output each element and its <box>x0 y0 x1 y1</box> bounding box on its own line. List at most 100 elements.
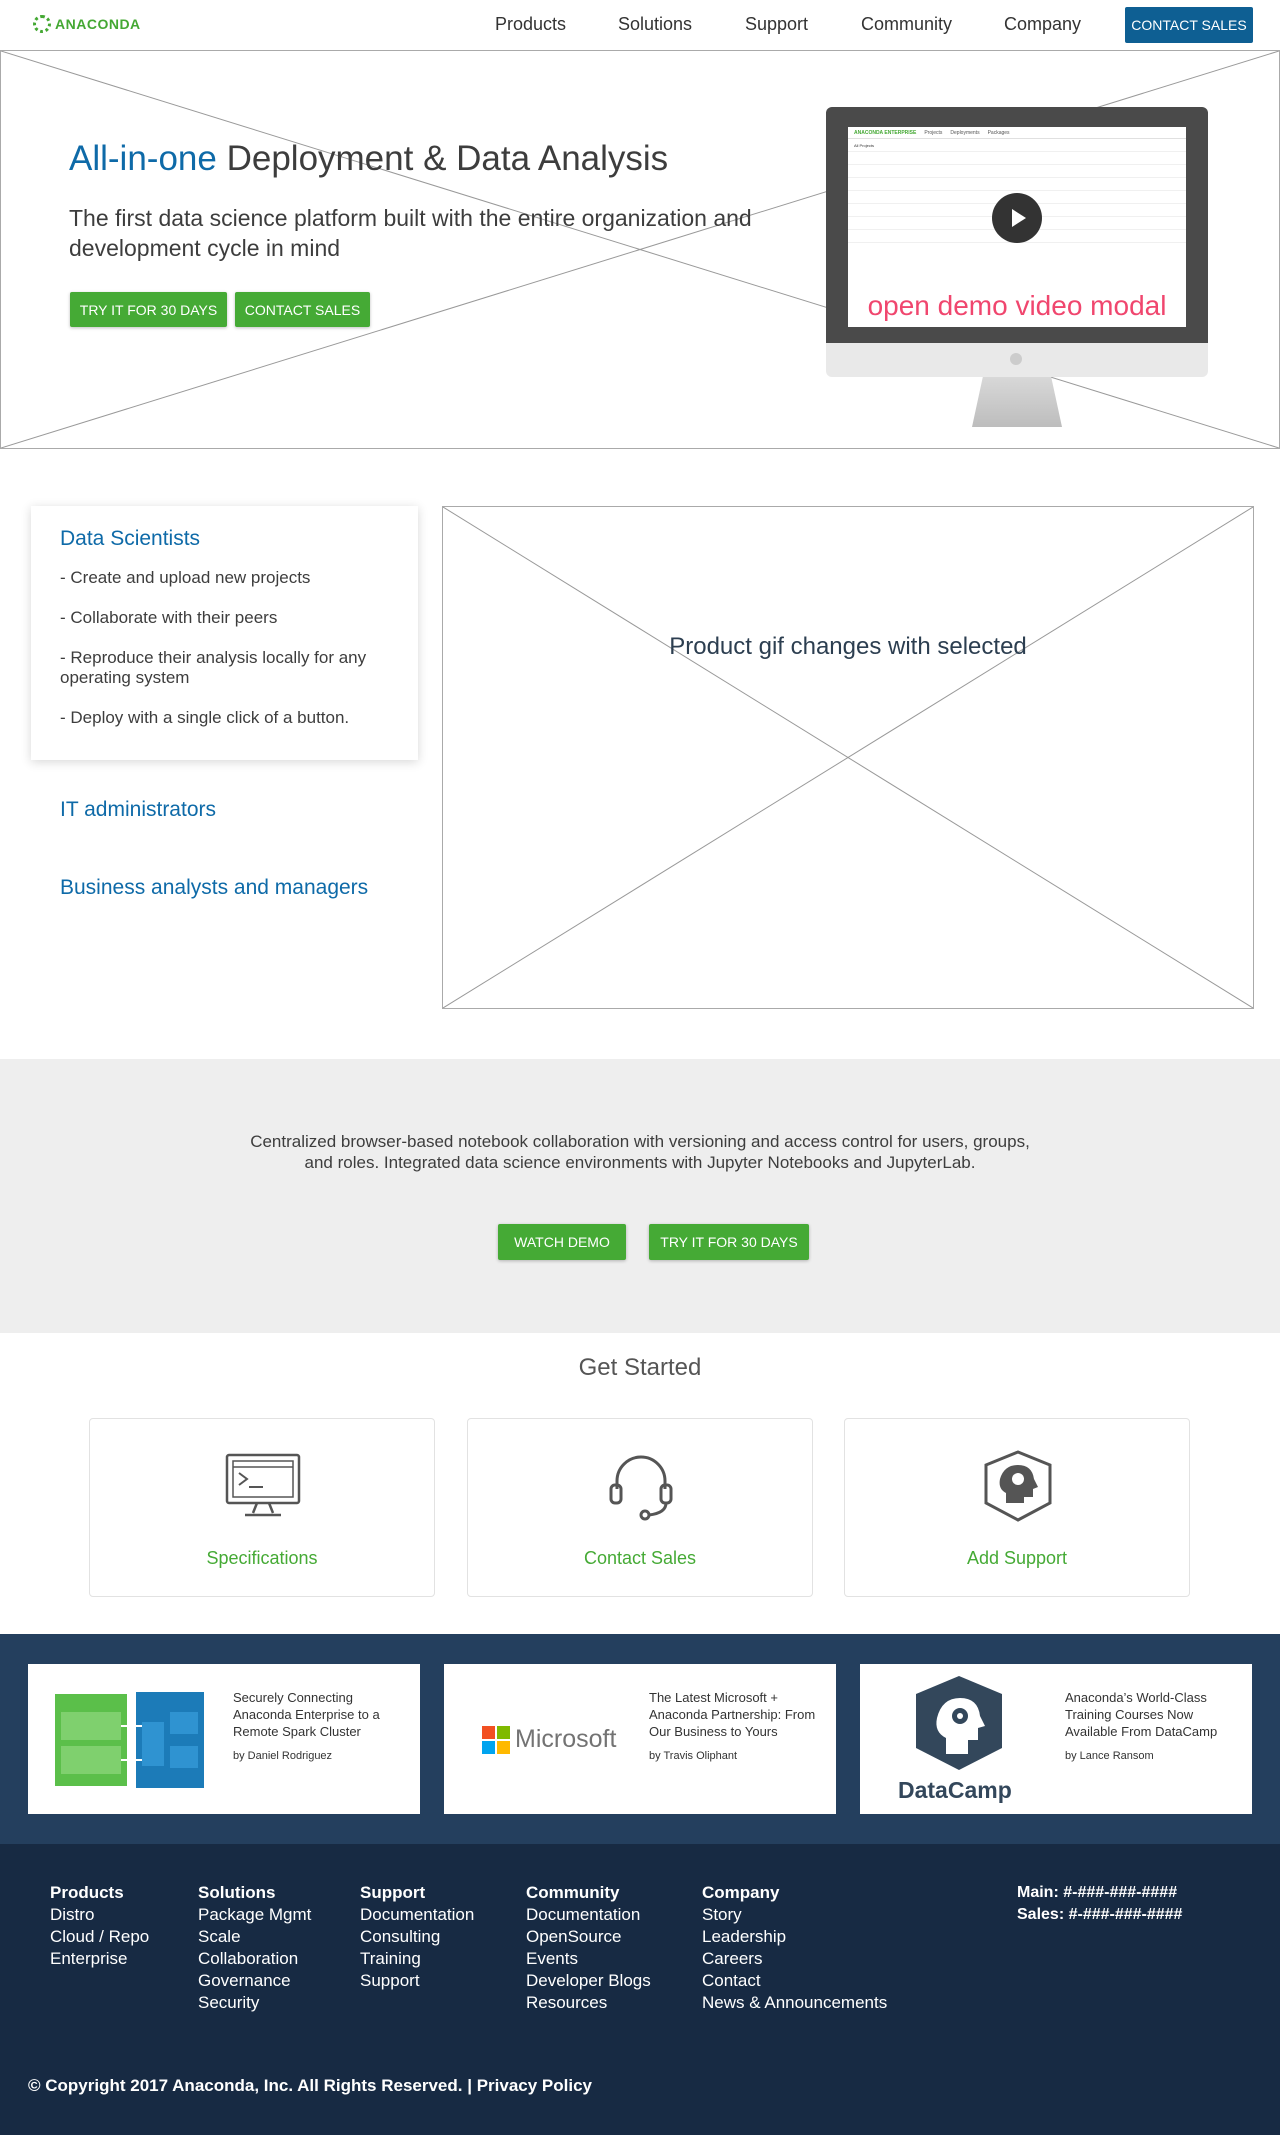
copyright-line: © Copyright 2017 Anaconda, Inc. All Righ… <box>28 2076 592 2096</box>
screen-dropdown: All Projects <box>848 139 1186 152</box>
blog-title: Securely Connecting Anaconda Enterprise … <box>233 1690 380 1739</box>
spark-cluster-diagram <box>55 1692 204 1788</box>
footer-link[interactable]: Careers <box>702 1948 887 1970</box>
monitor-terminal-icon <box>225 1453 301 1517</box>
top-nav: ANACONDA Products Solutions Support Comm… <box>0 0 1280 50</box>
footer-heading[interactable]: Company <box>702 1882 887 1904</box>
feature-item: - Reproduce their analysis locally for a… <box>60 648 367 687</box>
nav-contact-sales-button[interactable]: CONTACT SALES <box>1125 7 1253 43</box>
blog-author: by Lance Ransom <box>1065 1750 1154 1762</box>
footer-column-support: Support Documentation Consulting Trainin… <box>360 1882 474 1992</box>
play-button[interactable] <box>992 193 1042 243</box>
screen-header: ANACONDA ENTERPRISE Projects Deployments… <box>848 127 1186 139</box>
anaconda-logo[interactable]: ANACONDA <box>33 15 141 33</box>
nav-link-community[interactable]: Community <box>861 14 952 35</box>
anaconda-ring-icon <box>33 15 51 33</box>
footer-link[interactable]: Story <box>702 1904 887 1926</box>
get-started-title: Get Started <box>578 1354 702 1381</box>
footer-link[interactable]: Distro <box>50 1904 149 1926</box>
role-card-data-scientists[interactable]: Data Scientists - Create and upload new … <box>31 506 418 760</box>
footer-heading[interactable]: Products <box>50 1882 149 1904</box>
microsoft-squares-icon <box>482 1726 510 1754</box>
hero-title: All-in-one Deployment & Data Analysis <box>69 139 668 179</box>
datacamp-shield-icon <box>916 1676 1002 1770</box>
footer-link[interactable]: Collaboration <box>198 1948 311 1970</box>
watch-demo-button[interactable]: WATCH DEMO <box>498 1224 626 1260</box>
footer-link[interactable]: Contact <box>702 1970 887 1992</box>
monitor-frame: ANACONDA ENTERPRISE Projects Deployments… <box>826 107 1208 343</box>
footer-link[interactable]: OpenSource <box>526 1926 651 1948</box>
nav-link-support[interactable]: Support <box>745 14 808 35</box>
demo-video-monitor[interactable]: ANACONDA ENTERPRISE Projects Deployments… <box>826 107 1208 427</box>
feature-item: - Deploy with a single click of a button… <box>60 708 350 727</box>
blog-card-datacamp[interactable]: DataCamp Anaconda’s World-Class Training… <box>860 1664 1252 1814</box>
blog-card-microsoft[interactable]: Microsoft The Latest Microsoft + Anacond… <box>444 1664 836 1814</box>
footer-heading[interactable]: Community <box>526 1882 651 1904</box>
footer-heading[interactable]: Support <box>360 1882 474 1904</box>
get-started-card-specifications[interactable]: Specifications <box>89 1418 435 1597</box>
footer-link[interactable]: Governance <box>198 1970 311 1992</box>
footer-link[interactable]: Events <box>526 1948 651 1970</box>
footer-link[interactable]: Support <box>360 1970 474 1992</box>
footer-link[interactable]: Cloud / Repo <box>50 1926 149 1948</box>
nav-link-solutions[interactable]: Solutions <box>618 14 692 35</box>
demo-video-label[interactable]: open demo video modal <box>848 285 1186 327</box>
role-tab-it-administrators[interactable]: IT administrators <box>60 798 216 822</box>
hero-subtitle: The first data science platform built wi… <box>69 205 752 261</box>
footer-link[interactable]: Documentation <box>526 1904 651 1926</box>
hero-title-rest: Deployment & Data Analysis <box>216 139 669 178</box>
hero-title-highlight: All-in-one <box>69 139 217 178</box>
monitor-stand <box>972 377 1062 427</box>
nav-link-company[interactable]: Company <box>1004 14 1081 35</box>
privacy-policy-link[interactable]: Privacy Policy <box>477 2076 592 2095</box>
collaboration-band: Centralized browser-based notebook colla… <box>0 1059 1280 1333</box>
footer-link[interactable]: Enterprise <box>50 1948 149 1970</box>
footer-link[interactable]: Training <box>360 1948 474 1970</box>
get-started-label: Add Support <box>966 1548 1068 1568</box>
microsoft-logo-text: Microsoft <box>515 1725 617 1753</box>
shield-head-icon <box>984 1450 1052 1522</box>
monitor-chin <box>826 343 1208 377</box>
collaboration-text: Centralized browser-based notebook colla… <box>250 1132 1030 1172</box>
footer-column-community: Community Documentation OpenSource Event… <box>526 1882 651 2014</box>
band-trial-button[interactable]: TRY IT FOR 30 DAYS <box>649 1224 809 1260</box>
get-started-card-add-support[interactable]: Add Support <box>844 1418 1190 1597</box>
get-started-card-contact-sales[interactable]: Contact Sales <box>467 1418 813 1597</box>
copyright-text: © Copyright 2017 Anaconda, Inc. All Righ… <box>28 2076 472 2095</box>
gif-placeholder-text: Product gif changes with selected <box>669 633 1027 660</box>
sales-phone: Sales: #-###-###-#### <box>1017 1906 1183 1923</box>
footer-column-products: Products Distro Cloud / Repo Enterprise <box>50 1882 149 1970</box>
hero-trial-button[interactable]: TRY IT FOR 30 DAYS <box>70 292 227 327</box>
footer-link[interactable]: Resources <box>526 1992 651 2014</box>
footer-link[interactable]: News & Announcements <box>702 1992 887 2014</box>
footer-link[interactable]: Security <box>198 1992 311 2014</box>
hero-contact-sales-button[interactable]: CONTACT SALES <box>235 292 370 327</box>
footer-link[interactable]: Package Mgmt <box>198 1904 311 1926</box>
monitor-dot <box>1010 353 1022 365</box>
screen-row <box>848 165 1186 178</box>
footer-link[interactable]: Leadership <box>702 1926 887 1948</box>
hero-section: All-in-one Deployment & Data Analysis Th… <box>0 50 1280 449</box>
feature-item: - Create and upload new projects <box>60 568 311 587</box>
footer-heading[interactable]: Solutions <box>198 1882 311 1904</box>
footer-link[interactable]: Scale <box>198 1926 311 1948</box>
site-footer: Products Distro Cloud / Repo Enterprise … <box>0 1844 1280 2135</box>
role-card-title: Data Scientists <box>60 527 201 550</box>
footer-link[interactable]: Consulting <box>360 1926 474 1948</box>
blog-title: Anaconda’s World-Class Training Courses … <box>1065 1690 1218 1739</box>
feature-item: - Collaborate with their peers <box>60 608 278 627</box>
blog-author: by Daniel Rodriguez <box>233 1750 333 1762</box>
play-icon <box>1012 209 1026 227</box>
blog-author: by Travis Oliphant <box>649 1750 738 1762</box>
blog-band: Securely Connecting Anaconda Enterprise … <box>0 1634 1280 1844</box>
role-feature-list: - Create and upload new projects - Colla… <box>60 568 400 748</box>
footer-column-company: Company Story Leadership Careers Contact… <box>702 1882 887 2014</box>
screen-logo: ANACONDA ENTERPRISE <box>854 129 917 136</box>
footer-link[interactable]: Developer Blogs <box>526 1970 651 1992</box>
microsoft-logo: Microsoft <box>444 1664 642 1814</box>
role-tab-business-analysts[interactable]: Business analysts and managers <box>60 876 368 900</box>
nav-link-products[interactable]: Products <box>495 14 566 35</box>
blog-card-spark[interactable]: Securely Connecting Anaconda Enterprise … <box>28 1664 420 1814</box>
footer-link[interactable]: Documentation <box>360 1904 474 1926</box>
headset-icon <box>609 1455 673 1521</box>
